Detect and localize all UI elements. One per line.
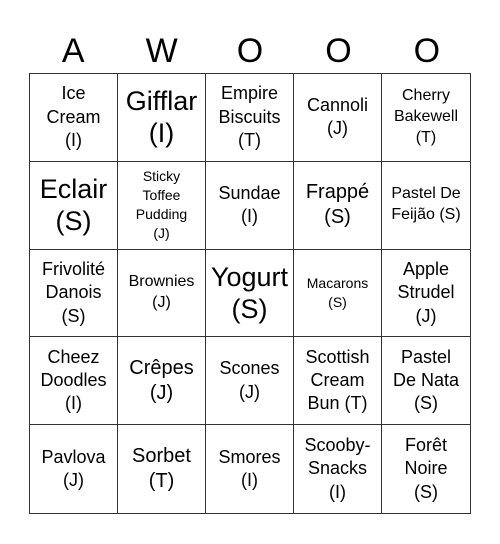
header-letter: O bbox=[236, 32, 264, 70]
cell-label: Cherry Bakewell (T) bbox=[393, 87, 459, 146]
cell-label: Brownies (J) bbox=[128, 273, 195, 311]
header-letter: O bbox=[325, 32, 352, 70]
header-letter: O bbox=[413, 32, 441, 70]
bingo-cell[interactable]: Brownies (J) bbox=[118, 249, 206, 338]
bingo-cell[interactable]: Pavlova (J) bbox=[30, 425, 118, 513]
bingo-cell[interactable]: Sorbet (T) bbox=[118, 425, 206, 513]
bingo-cell[interactable]: Yogurt (S) bbox=[206, 249, 294, 338]
cell-label: Ice Cream (I) bbox=[46, 83, 101, 151]
cell-label: Empire Biscuits (T) bbox=[218, 83, 281, 151]
bingo-cell[interactable]: Ice Cream (I) bbox=[30, 74, 118, 162]
bingo-cell[interactable]: Forêt Noire (S) bbox=[382, 425, 470, 513]
bingo-cell[interactable]: Empire Biscuits (T) bbox=[206, 74, 294, 162]
bingo-cell[interactable]: Frivolité Danois (S) bbox=[30, 249, 118, 338]
cell-label: Crêpes (J) bbox=[129, 356, 194, 404]
cell-label: Apple Strudel (J) bbox=[397, 258, 455, 326]
cell-label: Pastel De Nata (S) bbox=[392, 346, 460, 414]
cell-label: Macarons (S) bbox=[306, 275, 369, 310]
cell-label: Yogurt (S) bbox=[210, 261, 289, 324]
bingo-cell[interactable]: Scottish Cream Bun (T) bbox=[294, 337, 382, 426]
cell-label: Eclair (S) bbox=[39, 173, 108, 237]
header-letter: W bbox=[145, 32, 178, 70]
bingo-cell[interactable]: Smores (I) bbox=[206, 425, 294, 513]
bingo-cell[interactable]: Scooby- Snacks (I) bbox=[294, 425, 382, 513]
cell-label: Scottish Cream Bun (T) bbox=[305, 346, 370, 414]
cell-label: Gifflar (I) bbox=[125, 86, 198, 149]
bingo-cell[interactable]: Scones (J) bbox=[206, 337, 294, 426]
cell-label: Pavlova (J) bbox=[41, 446, 106, 491]
cell-label: Frivolité Danois (S) bbox=[41, 258, 105, 326]
cell-label: Forêt Noire (S) bbox=[404, 435, 448, 502]
cell-label: Frappé (S) bbox=[305, 181, 370, 229]
header-letter: A bbox=[61, 32, 85, 70]
cell-label: Cheez Doodles (I) bbox=[40, 346, 107, 414]
cell-label: Cannoli (J) bbox=[306, 95, 369, 139]
bingo-grid: Ice Cream (I) Gifflar (I) Empire Biscuits … bbox=[29, 73, 471, 514]
bingo-header: A W O O O bbox=[29, 30, 471, 73]
bingo-cell[interactable]: Cheez Doodles (I) bbox=[30, 337, 118, 426]
bingo-cell[interactable]: Pastel De Nata (S) bbox=[382, 337, 470, 426]
bingo-cell[interactable]: Crêpes (J) bbox=[118, 337, 206, 426]
bingo-cell[interactable]: Cannoli (J) bbox=[294, 74, 382, 162]
bingo-cell[interactable]: Pastel De Feijão (S) bbox=[382, 162, 470, 250]
cell-label: Sundae (I) bbox=[218, 182, 281, 227]
bingo-cell[interactable]: Cherry Bakewell (T) bbox=[382, 74, 470, 162]
cell-label: Pastel De Feijão (S) bbox=[391, 185, 461, 224]
cell-label: Scooby- Snacks (I) bbox=[304, 435, 371, 502]
cell-label: Sticky Toffee Pudding (J) bbox=[135, 168, 188, 242]
cell-label: Smores (I) bbox=[218, 446, 281, 491]
bingo-cell[interactable]: Apple Strudel (J) bbox=[382, 250, 470, 338]
bingo-cell[interactable]: Frappé (S) bbox=[294, 161, 382, 250]
bingo-cell[interactable]: Macarons (S) bbox=[294, 249, 382, 338]
bingo-cell[interactable]: Eclair (S) bbox=[30, 161, 118, 250]
cell-label: Scones (J) bbox=[219, 358, 280, 402]
bingo-cell[interactable]: Gifflar (I) bbox=[118, 74, 206, 162]
bingo-cell[interactable]: Sticky Toffee Pudding (J) bbox=[118, 161, 206, 250]
bingo-cell[interactable]: Sundae (I) bbox=[206, 161, 294, 250]
cell-label: Sorbet (T) bbox=[132, 445, 191, 493]
